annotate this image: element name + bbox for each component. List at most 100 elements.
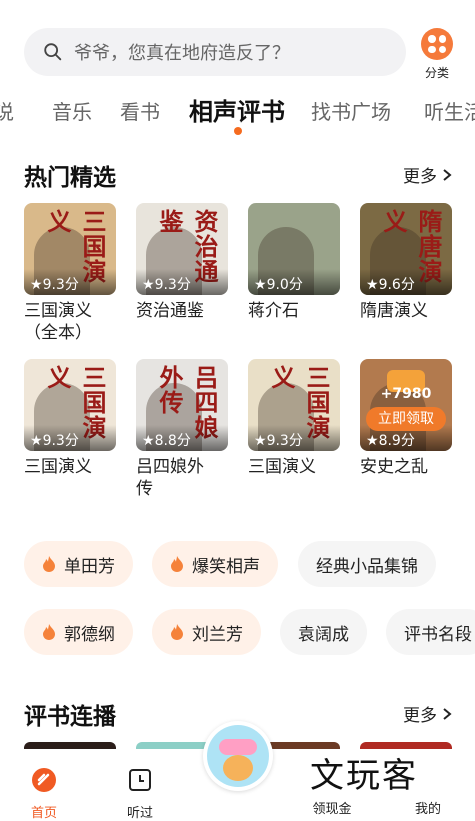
clock-icon [129, 769, 151, 791]
tab-books[interactable]: 看书 [120, 96, 160, 125]
nav-home[interactable]: 首页 [14, 767, 74, 821]
grid-icon [421, 28, 453, 60]
rating-value: 9.3分 [266, 433, 303, 449]
tag-chip[interactable]: 单田芳 [24, 541, 133, 587]
rating-value: 9.3分 [154, 277, 191, 293]
star-icon: ★ [30, 277, 43, 293]
nav-listened[interactable]: 听过 [110, 767, 170, 821]
book-title: 安史之乱 [360, 457, 428, 477]
book-cover[interactable]: 隋唐演义 ★9.6分 [360, 203, 452, 295]
book-title: 吕四娘外 传 [136, 457, 204, 499]
tab-life[interactable]: 听生活 [424, 96, 475, 125]
profile-icon [415, 767, 441, 793]
flame-icon [43, 556, 55, 572]
bonus-widget[interactable]: +7980 立即领取 [360, 360, 452, 431]
rating-badge: ★9.3分 [24, 269, 116, 295]
star-icon: ★ [366, 277, 379, 293]
nav-home-label: 首页 [30, 806, 57, 821]
book-title: 隋唐演义 [360, 301, 428, 321]
star-icon: ★ [254, 433, 267, 449]
book-card[interactable]: 资治通鉴 ★9.3分资治通鉴 [136, 203, 228, 322]
tag-chip[interactable]: 经典小品集锦 [298, 541, 436, 587]
rating-value: 9.3分 [42, 433, 79, 449]
rating-value: 9.3分 [42, 277, 79, 293]
hot-more-link[interactable]: 更多 [403, 162, 453, 187]
book-cover[interactable]: 吕四娘外传 ★8.8分 [136, 359, 228, 451]
book-card[interactable]: 隋唐演义 ★9.6分隋唐演义 [360, 203, 452, 322]
home-icon [32, 768, 56, 792]
lion-mascot-icon [207, 725, 269, 787]
category-label: 分类 [424, 66, 449, 80]
tab-novel[interactable]: 说 [0, 96, 14, 125]
active-tab-indicator [234, 127, 242, 135]
category-button[interactable]: 分类 [417, 28, 457, 81]
header: 爷爷，您真在地府造反了？ 分类 [0, 0, 475, 80]
tab-crosstalk[interactable]: 相声评书 [189, 92, 285, 127]
book-title: 三国演义 （全本） [24, 301, 92, 343]
flame-icon [171, 556, 183, 572]
rating-badge: ★9.3分 [24, 425, 116, 451]
tag-label: 单田芳 [64, 556, 115, 577]
tag-chip[interactable]: 袁阔成 [280, 609, 367, 655]
center-avatar-button[interactable] [203, 721, 273, 791]
book-cover[interactable]: 三国演义 ★9.3分 [24, 359, 116, 451]
search-placeholder: 爷爷，您真在地府造反了？ [74, 43, 290, 64]
rating-badge: ★9.0分 [248, 269, 340, 295]
nav-mine-label: 我的 [414, 802, 441, 817]
more-label: 更多 [403, 167, 437, 187]
rating-badge: ★9.3分 [248, 425, 340, 451]
tag-label: 郭德纲 [64, 624, 115, 645]
serial-section-title: 评书连播 [24, 704, 116, 730]
bonus-amount: +7980 [380, 386, 432, 402]
search-bar[interactable]: 爷爷，您真在地府造反了？ [24, 28, 406, 76]
rating-value: 9.6分 [378, 277, 415, 293]
star-icon: ★ [366, 433, 379, 449]
book-title: 三国演义 [24, 457, 92, 477]
star-icon: ★ [142, 433, 155, 449]
watermark: 文玩客 [310, 756, 418, 796]
tab-book-square[interactable]: 找书广场 [311, 96, 391, 125]
tag-label: 袁阔成 [298, 624, 349, 645]
tag-chip[interactable]: 评书名段 [386, 609, 475, 655]
claim-button[interactable]: 立即领取 [366, 407, 446, 431]
star-icon: ★ [142, 277, 155, 293]
more-label: 更多 [403, 706, 437, 726]
hot-section-title: 热门精选 [24, 165, 116, 191]
book-cover[interactable]: ★9.0分 [248, 203, 340, 295]
book-card[interactable]: ★9.0分蒋介石 [248, 203, 340, 322]
book-cover[interactable]: 三国演义 ★9.3分 [248, 359, 340, 451]
nav-earn-label: 领现金 [312, 802, 352, 817]
nav-listened-label: 听过 [126, 806, 153, 821]
rating-badge: ★9.6分 [360, 269, 452, 295]
chevron-right-icon [443, 168, 452, 181]
chevron-right-icon [443, 707, 452, 720]
book-card[interactable]: 吕四娘外传 ★8.8分吕四娘外 传 [136, 359, 228, 500]
tag-chip[interactable]: 郭德纲 [24, 609, 133, 655]
book-title: 资治通鉴 [136, 301, 204, 321]
book-cover[interactable]: 资治通鉴 ★9.3分 [136, 203, 228, 295]
tab-music[interactable]: 音乐 [52, 96, 92, 125]
book-title: 蒋介石 [248, 301, 299, 321]
rating-value: 8.8分 [154, 433, 191, 449]
serial-more-link[interactable]: 更多 [403, 701, 453, 726]
search-icon [44, 43, 62, 61]
rating-badge: ★8.8分 [136, 425, 228, 451]
flame-icon [43, 624, 55, 640]
tag-label: 经典小品集锦 [316, 556, 418, 577]
flame-icon [171, 624, 183, 640]
tag-label: 爆笑相声 [192, 556, 260, 577]
star-icon: ★ [254, 277, 267, 293]
tag-chip[interactable]: 爆笑相声 [152, 541, 278, 587]
rating-value: 8.9分 [378, 433, 415, 449]
book-card[interactable]: 三国演义 ★9.3分三国演义 [24, 359, 116, 478]
star-icon: ★ [30, 433, 43, 449]
rating-value: 9.0分 [266, 277, 303, 293]
tag-label: 评书名段 [404, 624, 472, 645]
book-cover[interactable]: 三国演义 ★9.3分 [24, 203, 116, 295]
rating-badge: ★9.3分 [136, 269, 228, 295]
tag-chip[interactable]: 刘兰芳 [152, 609, 261, 655]
tag-label: 刘兰芳 [192, 624, 243, 645]
book-card[interactable]: 三国演义 ★9.3分三国演义 （全本） [24, 203, 116, 344]
book-title: 三国演义 [248, 457, 316, 477]
book-card[interactable]: 三国演义 ★9.3分三国演义 [248, 359, 340, 478]
